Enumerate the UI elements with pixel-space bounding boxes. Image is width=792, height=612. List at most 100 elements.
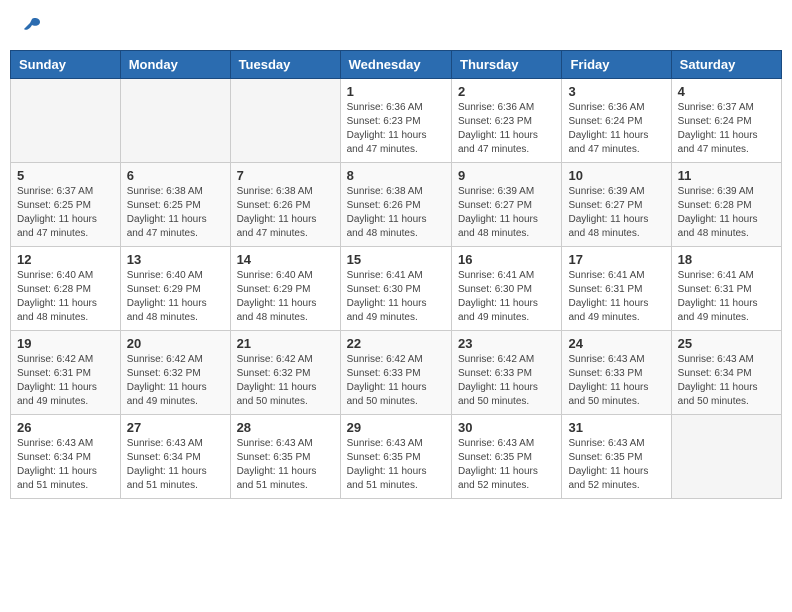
calendar-cell: 9 Sunrise: 6:39 AM Sunset: 6:27 PM Daylig… — [452, 163, 562, 247]
day-number: 13 — [127, 252, 224, 267]
calendar-week-row: 26Sunrise: 6:43 AM Sunset: 6:34 PM Dayli… — [11, 415, 782, 499]
day-info: Sunrise: 6:41 AM Sunset: 6:31 PM Dayligh… — [568, 269, 664, 325]
day-number: 3 — [568, 84, 664, 99]
calendar-cell — [671, 415, 781, 499]
calendar-cell: 28 Sunrise: 6:43 AM Sunset: 6:35 PM Dayli… — [230, 415, 340, 499]
calendar-week-row: 12Sunrise: 6:40 AM Sunset: 6:28 PM Dayli… — [11, 247, 782, 331]
calendar-cell: 13 Sunrise: 6:40 AM Sunset: 6:29 PM Dayli… — [120, 247, 230, 331]
day-number: 9 — [458, 168, 555, 183]
day-info: Sunrise: 6:42 AM Sunset: 6:33 PM Dayligh… — [458, 353, 555, 409]
day-info: Sunrise: 6:40 AM Sunset: 6:29 PM Dayligh… — [237, 269, 334, 325]
day-number: 18 — [678, 252, 775, 267]
page-header — [10, 10, 782, 40]
calendar-cell: 19 Sunrise: 6:42 AM Sunset: 6:31 PM Dayli… — [11, 331, 121, 415]
calendar-week-row: 19 Sunrise: 6:42 AM Sunset: 6:31 PM Dayli… — [11, 331, 782, 415]
logo — [20, 15, 42, 35]
day-info: Sunrise: 6:43 AM Sunset: 6:34 PM Dayligh… — [678, 353, 775, 409]
day-number: 17 — [568, 252, 664, 267]
day-info: Sunrise: 6:36 AM Sunset: 6:24 PM Dayligh… — [568, 101, 664, 157]
day-number: 31 — [568, 420, 664, 435]
day-number: 2 — [458, 84, 555, 99]
day-info: Sunrise: 6:38 AM Sunset: 6:25 PM Dayligh… — [127, 185, 224, 241]
day-info: Sunrise: 6:43 AM Sunset: 6:33 PM Dayligh… — [568, 353, 664, 409]
calendar-cell: 4 Sunrise: 6:37 AM Sunset: 6:24 PM Daylig… — [671, 79, 781, 163]
calendar-cell: 31 Sunrise: 6:43 AM Sunset: 6:35 PM Dayli… — [562, 415, 671, 499]
day-info: Sunrise: 6:39 AM Sunset: 6:28 PM Dayligh… — [678, 185, 775, 241]
calendar-cell: 17 Sunrise: 6:41 AM Sunset: 6:31 PM Dayli… — [562, 247, 671, 331]
day-number: 8 — [347, 168, 445, 183]
day-number: 19 — [17, 336, 114, 351]
day-info: Sunrise: 6:39 AM Sunset: 6:27 PM Dayligh… — [458, 185, 555, 241]
day-number: 11 — [678, 168, 775, 183]
day-number: 23 — [458, 336, 555, 351]
calendar-table: SundayMondayTuesdayWednesdayThursdayFrid… — [10, 50, 782, 499]
weekday-header: Wednesday — [340, 51, 451, 79]
calendar-cell: 25Sunrise: 6:43 AM Sunset: 6:34 PM Dayli… — [671, 331, 781, 415]
day-number: 4 — [678, 84, 775, 99]
day-info: Sunrise: 6:41 AM Sunset: 6:31 PM Dayligh… — [678, 269, 775, 325]
calendar-cell: 18 Sunrise: 6:41 AM Sunset: 6:31 PM Dayli… — [671, 247, 781, 331]
day-number: 15 — [347, 252, 445, 267]
day-number: 1 — [347, 84, 445, 99]
day-info: Sunrise: 6:42 AM Sunset: 6:33 PM Dayligh… — [347, 353, 445, 409]
day-number: 6 — [127, 168, 224, 183]
calendar-cell: 20 Sunrise: 6:42 AM Sunset: 6:32 PM Dayli… — [120, 331, 230, 415]
day-info: Sunrise: 6:42 AM Sunset: 6:32 PM Dayligh… — [127, 353, 224, 409]
day-number: 29 — [347, 420, 445, 435]
calendar-cell — [120, 79, 230, 163]
day-number: 7 — [237, 168, 334, 183]
day-number: 5 — [17, 168, 114, 183]
day-info: Sunrise: 6:43 AM Sunset: 6:35 PM Dayligh… — [347, 437, 445, 493]
calendar-cell: 16Sunrise: 6:41 AM Sunset: 6:30 PM Dayli… — [452, 247, 562, 331]
calendar-cell: 7Sunrise: 6:38 AM Sunset: 6:26 PM Daylig… — [230, 163, 340, 247]
day-info: Sunrise: 6:43 AM Sunset: 6:35 PM Dayligh… — [458, 437, 555, 493]
calendar-cell — [11, 79, 121, 163]
calendar-cell: 10Sunrise: 6:39 AM Sunset: 6:27 PM Dayli… — [562, 163, 671, 247]
weekday-header: Saturday — [671, 51, 781, 79]
calendar-cell: 1 Sunrise: 6:36 AM Sunset: 6:23 PM Daylig… — [340, 79, 451, 163]
day-number: 12 — [17, 252, 114, 267]
day-number: 24 — [568, 336, 664, 351]
day-info: Sunrise: 6:39 AM Sunset: 6:27 PM Dayligh… — [568, 185, 664, 241]
calendar-cell — [230, 79, 340, 163]
day-number: 22 — [347, 336, 445, 351]
calendar-cell: 30Sunrise: 6:43 AM Sunset: 6:35 PM Dayli… — [452, 415, 562, 499]
day-number: 28 — [237, 420, 334, 435]
day-info: Sunrise: 6:37 AM Sunset: 6:24 PM Dayligh… — [678, 101, 775, 157]
day-info: Sunrise: 6:41 AM Sunset: 6:30 PM Dayligh… — [458, 269, 555, 325]
day-info: Sunrise: 6:37 AM Sunset: 6:25 PM Dayligh… — [17, 185, 114, 241]
calendar-cell: 22 Sunrise: 6:42 AM Sunset: 6:33 PM Dayli… — [340, 331, 451, 415]
day-info: Sunrise: 6:41 AM Sunset: 6:30 PM Dayligh… — [347, 269, 445, 325]
weekday-header: Thursday — [452, 51, 562, 79]
calendar-cell: 21 Sunrise: 6:42 AM Sunset: 6:32 PM Dayli… — [230, 331, 340, 415]
day-info: Sunrise: 6:43 AM Sunset: 6:35 PM Dayligh… — [568, 437, 664, 493]
calendar-cell: 26Sunrise: 6:43 AM Sunset: 6:34 PM Dayli… — [11, 415, 121, 499]
calendar-cell: 23 Sunrise: 6:42 AM Sunset: 6:33 PM Dayli… — [452, 331, 562, 415]
day-number: 20 — [127, 336, 224, 351]
day-info: Sunrise: 6:36 AM Sunset: 6:23 PM Dayligh… — [458, 101, 555, 157]
logo-bird-icon — [22, 15, 42, 35]
calendar-cell: 12Sunrise: 6:40 AM Sunset: 6:28 PM Dayli… — [11, 247, 121, 331]
weekday-header: Sunday — [11, 51, 121, 79]
calendar-cell: 27Sunrise: 6:43 AM Sunset: 6:34 PM Dayli… — [120, 415, 230, 499]
day-info: Sunrise: 6:43 AM Sunset: 6:35 PM Dayligh… — [237, 437, 334, 493]
day-info: Sunrise: 6:42 AM Sunset: 6:32 PM Dayligh… — [237, 353, 334, 409]
calendar-cell: 5 Sunrise: 6:37 AM Sunset: 6:25 PM Daylig… — [11, 163, 121, 247]
calendar-cell: 29 Sunrise: 6:43 AM Sunset: 6:35 PM Dayli… — [340, 415, 451, 499]
day-number: 27 — [127, 420, 224, 435]
calendar-cell: 8 Sunrise: 6:38 AM Sunset: 6:26 PM Daylig… — [340, 163, 451, 247]
day-info: Sunrise: 6:36 AM Sunset: 6:23 PM Dayligh… — [347, 101, 445, 157]
day-info: Sunrise: 6:42 AM Sunset: 6:31 PM Dayligh… — [17, 353, 114, 409]
calendar-cell: 2 Sunrise: 6:36 AM Sunset: 6:23 PM Daylig… — [452, 79, 562, 163]
day-number: 14 — [237, 252, 334, 267]
calendar-week-row: 1 Sunrise: 6:36 AM Sunset: 6:23 PM Daylig… — [11, 79, 782, 163]
calendar-cell: 11 Sunrise: 6:39 AM Sunset: 6:28 PM Dayli… — [671, 163, 781, 247]
calendar-cell: 15 Sunrise: 6:41 AM Sunset: 6:30 PM Dayli… — [340, 247, 451, 331]
day-info: Sunrise: 6:40 AM Sunset: 6:29 PM Dayligh… — [127, 269, 224, 325]
weekday-header: Monday — [120, 51, 230, 79]
calendar-week-row: 5 Sunrise: 6:37 AM Sunset: 6:25 PM Daylig… — [11, 163, 782, 247]
calendar-cell: 6 Sunrise: 6:38 AM Sunset: 6:25 PM Daylig… — [120, 163, 230, 247]
calendar-cell: 3 Sunrise: 6:36 AM Sunset: 6:24 PM Daylig… — [562, 79, 671, 163]
day-info: Sunrise: 6:38 AM Sunset: 6:26 PM Dayligh… — [347, 185, 445, 241]
day-number: 21 — [237, 336, 334, 351]
